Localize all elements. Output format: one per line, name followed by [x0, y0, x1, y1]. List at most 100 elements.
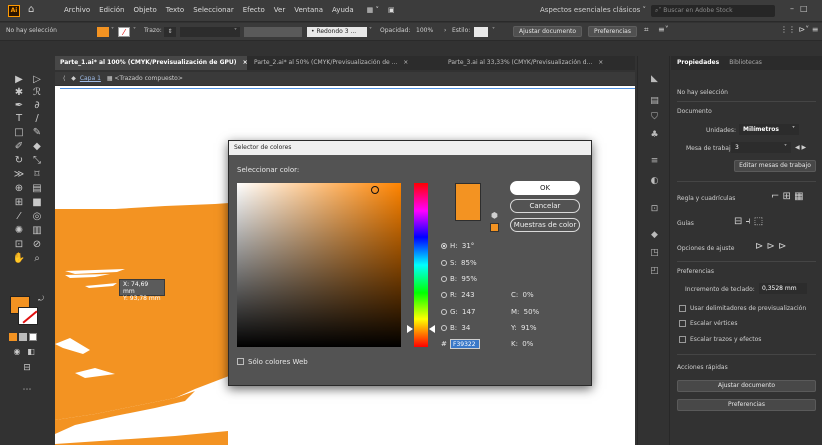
keyboard-increment-input[interactable]: 0,3528 mm — [759, 283, 807, 294]
artboard-select[interactable]: 3 ˅ — [731, 142, 791, 153]
color-swatches-button[interactable]: Muestras de color — [510, 218, 580, 232]
yellow-row[interactable]: Y: 91% — [511, 324, 537, 332]
menu-seleccionar[interactable]: Seleccionar — [193, 6, 234, 14]
pen-tool-icon[interactable]: ✒ — [12, 100, 26, 112]
checkbox-icon[interactable] — [679, 305, 686, 312]
guides-icons[interactable]: ⊟ ⫞ ⬚ — [734, 216, 763, 227]
edit-artboards-button[interactable]: Editar mesas de trabajo — [734, 160, 816, 172]
menu-edicion[interactable]: Edición — [99, 6, 124, 14]
saturation-row[interactable]: S: 85% — [441, 259, 477, 267]
color-field-cursor[interactable] — [371, 186, 379, 194]
home-icon[interactable]: ⌂ — [28, 4, 34, 15]
screen-mode-icon[interactable]: ⊟ — [20, 362, 34, 374]
selection-tool-icon[interactable]: ▶ — [12, 74, 26, 86]
menu-ver[interactable]: Ver — [274, 6, 285, 14]
magic-wand-icon[interactable]: ✱ — [12, 87, 26, 99]
hue-row[interactable]: H: 31° — [441, 242, 474, 250]
style-swatch[interactable] — [474, 27, 488, 37]
artboards-icon[interactable]: ◳ — [649, 248, 660, 259]
red-row[interactable]: R: 243 — [441, 291, 475, 299]
menu-objeto[interactable]: Objeto — [134, 6, 157, 14]
zoom-tool-icon[interactable]: ⌕ — [30, 253, 44, 265]
stroke-swatch[interactable]: ⁄ — [118, 27, 130, 37]
ok-button[interactable]: OK — [510, 181, 580, 195]
libraries-icon[interactable]: ⛉ — [649, 112, 660, 123]
radio-icon[interactable] — [441, 276, 447, 282]
hue-slider-handle-right[interactable] — [429, 325, 435, 333]
eraser-icon[interactable]: ◆ — [30, 141, 44, 153]
arrange-documents-icon[interactable]: ▦ ˅ — [367, 6, 379, 14]
stock-search-input[interactable]: ⌕˅ Buscar en Adobe Stock — [651, 5, 775, 17]
back-arrow-icon[interactable]: ⟨ — [63, 75, 65, 82]
use-preview-bounds-label[interactable]: Usar delimitadores de previsualización — [690, 305, 806, 312]
shape-builder-icon[interactable]: ⊕ — [12, 183, 26, 195]
window-controls[interactable]: –□ — [790, 4, 814, 13]
checkbox-icon[interactable] — [679, 336, 686, 343]
mesh-tool-icon[interactable]: ⊞ — [12, 197, 26, 209]
brightness-row[interactable]: B: 95% — [441, 275, 477, 283]
draw-behind-icon[interactable]: ◧ — [24, 346, 38, 358]
none-mode-icon[interactable] — [29, 333, 37, 341]
color-panel-icon[interactable]: ◐ — [649, 176, 660, 187]
rotate-tool-icon[interactable]: ↻ — [12, 155, 26, 167]
black-row[interactable]: K: 0% — [511, 340, 533, 348]
menu-ayuda[interactable]: Ayuda — [332, 6, 354, 14]
color-field[interactable] — [237, 183, 401, 347]
radio-icon[interactable] — [441, 292, 447, 298]
shaper-tool-icon[interactable]: ✐ — [12, 141, 26, 153]
radio-icon[interactable] — [441, 260, 447, 266]
out-of-gamut-icon[interactable]: ⬢ — [491, 211, 498, 220]
tab-parte-3[interactable]: Parte_3.ai al 33,33% (CMYK/Previsualizac… — [443, 56, 633, 70]
hand-tool-icon[interactable]: ✋ — [12, 253, 26, 265]
tab-libraries[interactable]: Bibliotecas — [729, 56, 762, 70]
chevron-down-icon[interactable]: ˅ — [133, 27, 136, 34]
hue-slider[interactable] — [414, 183, 428, 347]
panel-menu-icon[interactable]: ⋮⋮ ⊳˅ ≡ — [780, 25, 819, 34]
more-tools-icon[interactable]: ⋯ — [20, 384, 34, 396]
properties-panel-icon[interactable]: ◣ — [649, 74, 660, 85]
swap-colors-icon[interactable]: ⤾ — [34, 293, 48, 305]
artboard-tool-icon[interactable]: ⊡ — [12, 239, 26, 251]
adjust-document-button[interactable]: Ajustar documento — [513, 26, 583, 37]
preferences-panel-button[interactable]: Preferencias — [677, 399, 816, 411]
scale-tool-icon[interactable]: ⤡ — [30, 155, 44, 167]
column-graph-icon[interactable]: ▥ — [30, 225, 44, 237]
rectangle-tool-icon[interactable]: □ — [12, 127, 26, 139]
lasso-icon[interactable]: ℛ — [30, 87, 44, 99]
chevron-right-icon[interactable]: › — [444, 27, 446, 34]
units-select[interactable]: Milímetros ˅ — [739, 124, 799, 135]
curvature-tool-icon[interactable]: ∂ — [30, 100, 44, 112]
cyan-row[interactable]: C: 0% — [511, 291, 534, 299]
menu-ventana[interactable]: Ventana — [294, 6, 323, 14]
ruler-grid-icons[interactable]: ⌐ ⊞ ▦ — [771, 191, 804, 202]
opacity-value[interactable]: 100% — [416, 27, 433, 34]
gradient-mode-icon[interactable] — [19, 333, 27, 341]
paintbrush-icon[interactable]: ✎ — [30, 127, 44, 139]
cancel-button[interactable]: Cancelar — [510, 199, 580, 213]
transform-icon[interactable]: ⌗ — [644, 25, 649, 35]
gradient-tool-icon[interactable]: ■ — [30, 197, 44, 209]
type-tool-icon[interactable]: T — [12, 113, 26, 125]
stroke-panel-icon[interactable]: ≡ — [649, 156, 660, 167]
breadcrumb-layer[interactable]: Capa 1 — [80, 75, 101, 82]
free-transform-icon[interactable]: ⌑ — [30, 169, 44, 181]
green-row[interactable]: G: 147 — [441, 308, 475, 316]
chevron-down-icon[interactable]: ˅ — [492, 27, 495, 34]
graphic-styles-icon[interactable]: ◆ — [649, 230, 660, 241]
brush-select[interactable]: • Redondo 3 ... — [307, 27, 367, 37]
checkbox-icon[interactable] — [237, 358, 244, 365]
radio-icon[interactable] — [441, 243, 447, 249]
direct-selection-tool-icon[interactable]: ▷ — [30, 74, 44, 86]
radio-icon[interactable] — [441, 309, 447, 315]
layers-panel-icon[interactable]: ▤ — [649, 96, 660, 107]
symbol-sprayer-icon[interactable]: ✺ — [12, 225, 26, 237]
scale-strokes-label[interactable]: Escalar trazos y efectos — [690, 336, 761, 343]
web-colors-only-checkbox[interactable]: Sólo colores Web — [237, 358, 308, 366]
gamut-swatch[interactable] — [490, 223, 499, 232]
tab-parte-2[interactable]: Parte_2.ai* al 50% (CMYK/Previsualizació… — [249, 56, 441, 70]
draw-mode-icon[interactable]: ◉ — [10, 346, 24, 358]
stroke-color-box[interactable] — [18, 307, 38, 325]
artboard-nav-icon[interactable]: ◀ ▶ — [795, 144, 806, 151]
chevron-down-icon[interactable]: ˅ — [111, 27, 114, 34]
color-mode-icon[interactable] — [9, 333, 17, 341]
